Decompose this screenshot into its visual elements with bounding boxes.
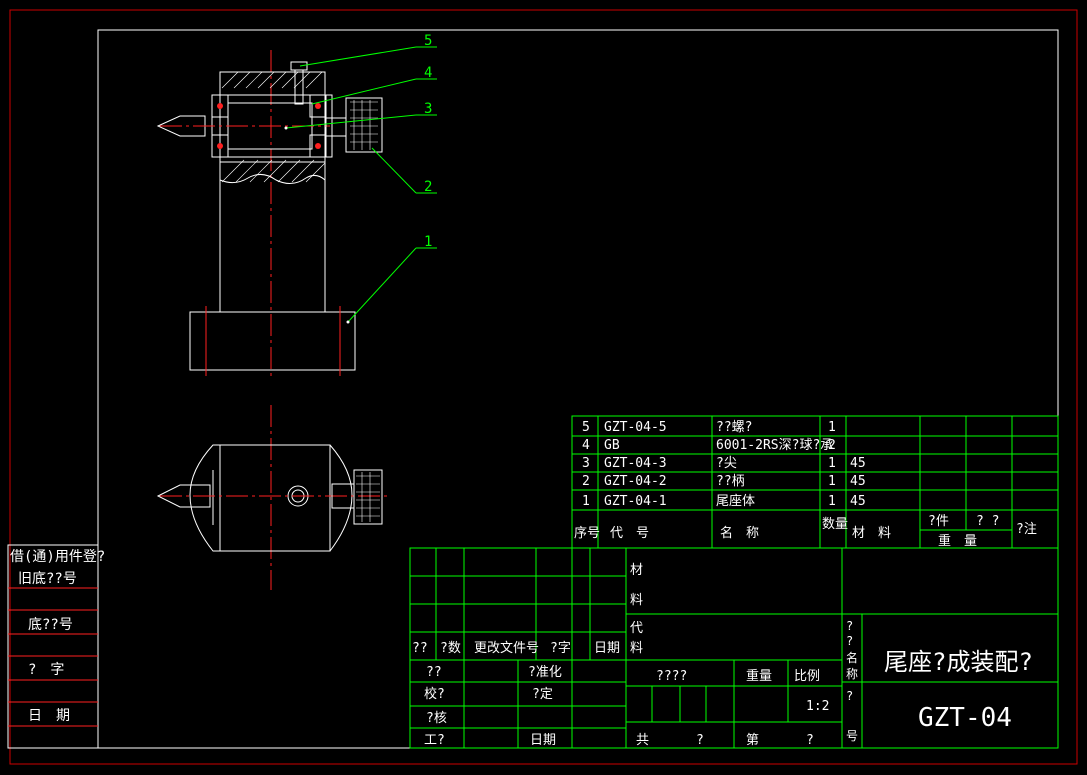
bom-cell-seq: 3 [582, 456, 590, 471]
bom-header-weight: 重 量 [938, 533, 977, 549]
bom-cell-code: GZT-04-5 [604, 420, 667, 435]
bom-cell-qty: 2 [828, 438, 836, 453]
tb-material-label-2: 料 [630, 593, 643, 608]
tb-name-label-1: ? [846, 619, 853, 633]
bom-cell-name: ??螺? [716, 420, 752, 435]
bom-cell-name: 尾座体 [716, 494, 755, 509]
tb-code-label-2: 料 [630, 641, 643, 656]
bom-header-remark: ?注 [1016, 522, 1037, 537]
bom-cell-material: 45 [850, 494, 866, 509]
side-line2: 旧底??号 [18, 571, 77, 587]
tb-sign: ?字 [550, 641, 571, 656]
tb-check: 校? [424, 686, 445, 702]
drawing-code: GZT-04 [918, 703, 1012, 733]
tb-standard: ?准化 [528, 665, 562, 680]
bom-cell-code: GZT-04-3 [604, 456, 667, 471]
top-view [156, 405, 390, 590]
tb-code-label2-1: ? [846, 689, 853, 703]
tb-stage: ???? [656, 669, 687, 684]
balloon-3: 3 [424, 101, 432, 117]
balloon-2: 2 [424, 179, 432, 195]
bom-cell-seq: 1 [582, 494, 590, 509]
bom-header-material: 材 料 [852, 526, 891, 541]
tb-code-label2-2: 号 [846, 729, 858, 743]
tb-sheet-suffix: ? [806, 733, 814, 748]
tb-name-label-3: 名 [846, 650, 858, 665]
leader-lines [284, 46, 437, 324]
tb-sheet: 第 [746, 733, 759, 748]
balloon-5: 5 [424, 33, 432, 49]
bom-header-code: 代 号 [610, 526, 649, 541]
bom-header-seq: 序号 [574, 526, 600, 541]
bom-cell-name: ?尖 [716, 456, 737, 471]
tb-weight: 重量 [746, 668, 772, 684]
tb-name-label-2: ? [846, 634, 853, 648]
bom-cell-code: GZT-04-1 [604, 494, 667, 509]
tb-date2: 日期 [530, 733, 556, 748]
bom-cell-name: 6001-2RS深?球?承 [716, 438, 833, 453]
bom-cell-qty: 1 [828, 474, 836, 489]
tb-craft: 工? [424, 733, 445, 748]
bom-cell-seq: 2 [582, 474, 590, 489]
tb-total: 共 [636, 733, 649, 748]
tb-count: ?数 [440, 641, 461, 656]
side-line5: 日 期 [28, 708, 70, 724]
tb-scale-value: 1:2 [806, 699, 829, 714]
tb-code-label-1: 代 [630, 621, 643, 636]
balloon-4: 4 [424, 65, 432, 81]
tb-mark: ?? [412, 641, 428, 656]
tb-design: ?? [426, 665, 442, 680]
tb-material-label-1: 材 [630, 563, 643, 578]
side-register-box: 借(通)用件登? 旧底??号 底??号 ? 字 日 期 [7, 544, 105, 749]
side-line3: 底??号 [28, 617, 73, 633]
bom-header-total: ? ? [976, 514, 999, 529]
tb-change-doc: 更改文件号 [474, 641, 539, 656]
drawing-title: 尾座?成装配? [884, 648, 1033, 676]
bom-cell-seq: 4 [582, 438, 590, 453]
tb-date: 日期 [594, 641, 620, 656]
bom-cell-qty: 1 [828, 494, 836, 509]
cad-drawing: 借(通)用件登? 旧底??号 底??号 ? 字 日 期 5 4 3 2 1 5 … [7, 9, 1078, 765]
side-line4: ? 字 [28, 662, 64, 678]
side-line1: 借(通)用件登? [10, 549, 105, 565]
bom-header-single: ?件 [928, 514, 949, 529]
bom-header-qty: 数量 [822, 517, 848, 532]
inner-frame [97, 29, 1059, 749]
bom-cell-code: GB [604, 438, 620, 453]
bom-cell-qty: 1 [828, 456, 836, 471]
bom-cell-material: 45 [850, 456, 866, 471]
bom-cell-qty: 1 [828, 420, 836, 435]
tb-approve: ?定 [532, 687, 553, 702]
tb-ratio: 比例 [794, 669, 820, 684]
bom-rows: 5 GZT-04-5 ??螺? 14 GB 6001-2RS深?球?承23 GZT-04-3… [582, 420, 866, 509]
tb-name-label-4: 称 [846, 667, 858, 681]
tb-total-suffix: ? [696, 733, 704, 748]
bom-cell-seq: 5 [582, 420, 590, 435]
bom-header: 序号 代 号 名 称 数量 材 料 ?件 ? ? 重 量 ?注 [574, 514, 1037, 549]
front-view [156, 50, 383, 378]
bom-header-name: 名 称 [720, 525, 759, 541]
bom-cell-material: 45 [850, 474, 866, 489]
bom-cell-code: GZT-04-2 [604, 474, 667, 489]
bom-cell-name: ??柄 [716, 474, 745, 489]
title-block-text: ?? ?数 更改文件号 ?字 日期 ?? 校? ?核 工? ?准化 ?定 日期 … [412, 563, 1033, 748]
balloon-1: 1 [424, 234, 432, 250]
tb-review: ?核 [426, 711, 447, 726]
